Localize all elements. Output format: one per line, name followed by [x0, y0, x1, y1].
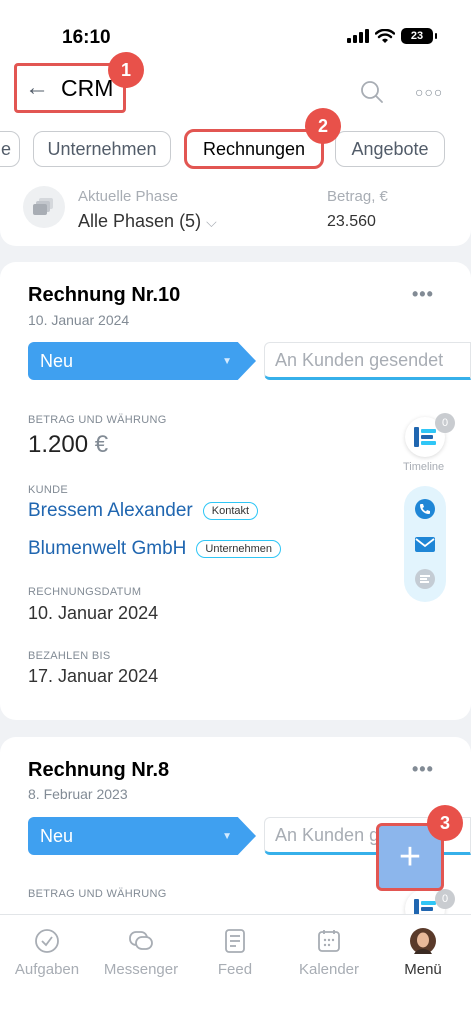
amount-label: Betrag, € [327, 188, 388, 205]
stages-icon [23, 186, 65, 228]
due-date-label: BEZAHLEN BIS [28, 650, 111, 662]
bottom-navigation: Aufgaben Messenger Feed Kalender Menü [0, 914, 471, 1024]
tab-previous[interactable]: e [0, 131, 20, 167]
stage-current[interactable]: Neu ▼ [28, 342, 256, 380]
customer-company-row[interactable]: Blumenwelt GmbH Unternehmen [28, 538, 282, 560]
header: ← CRM 1 ○○○ [0, 52, 471, 128]
nav-label: Feed [217, 961, 253, 978]
invoice-date-label: RECHNUNGSDATUM [28, 586, 142, 598]
stage-next[interactable]: An Kunden gesendet [264, 342, 471, 380]
status-bar: 16:10 23 [0, 0, 471, 56]
calendar-icon [318, 930, 340, 952]
chevron-down-icon: ⌵ [206, 214, 217, 230]
company-pill: Unternehmen [196, 540, 282, 558]
timeline-icon [414, 427, 436, 447]
chat-icon[interactable] [415, 569, 435, 589]
nav-label: Messenger [103, 961, 179, 978]
caret-down-icon: ▼ [222, 356, 232, 367]
customer-contact-link[interactable]: Bressem Alexander [28, 500, 193, 522]
signal-icon [347, 29, 369, 43]
phase-summary: Aktuelle Phase Alle Phasen (5) ⌵ Betrag,… [0, 176, 471, 246]
mail-icon[interactable] [415, 534, 435, 554]
tab-unternehmen[interactable]: Unternehmen [33, 131, 171, 167]
chat-icon [129, 931, 153, 950]
annotation-badge-1: 1 [108, 52, 144, 88]
tab-rechnungen[interactable]: Rechnungen [184, 129, 324, 169]
phase-value: Alle Phasen (5) [78, 211, 202, 231]
stage-current-label: Neu [40, 350, 74, 371]
page-title: CRM [61, 74, 114, 101]
stage-current-label: Neu [40, 825, 74, 846]
phase-selector[interactable]: Alle Phasen (5) ⌵ [78, 211, 217, 232]
phone-icon[interactable] [415, 499, 435, 519]
nav-menu[interactable]: Menü [376, 927, 470, 978]
customer-company-link[interactable]: Blumenwelt GmbH [28, 538, 186, 560]
check-circle-icon [35, 929, 59, 953]
nav-messenger[interactable]: Messenger [94, 927, 188, 978]
invoice-title: Rechnung Nr.10 [28, 284, 181, 306]
arrow-left-icon: ← [25, 74, 49, 101]
due-date-value: 17. Januar 2024 [28, 666, 159, 686]
communication-panel [404, 486, 446, 602]
wifi-icon [375, 28, 395, 43]
nav-label: Kalender [298, 961, 360, 978]
timeline-count-badge: 0 [435, 889, 455, 909]
customer-label: KUNDE [28, 484, 69, 496]
amount-field-value: 1.200 € [28, 431, 108, 459]
phase-label: Aktuelle Phase [78, 188, 179, 205]
more-horizontal-icon[interactable]: ••• [412, 284, 434, 305]
timeline-label: Timeline [403, 461, 445, 473]
tab-bar: e Unternehmen Rechnungen Angebote 2 [0, 108, 471, 176]
currency-symbol: € [94, 431, 109, 458]
nav-feed[interactable]: Feed [188, 927, 282, 978]
amount-value: 23.560 [327, 213, 376, 230]
more-horizontal-icon[interactable]: ••• [412, 759, 434, 780]
invoice-date: 10. Januar 2024 [28, 312, 130, 328]
stage-current[interactable]: Neu ▼ [28, 817, 256, 855]
invoice-title: Rechnung Nr.8 [28, 759, 170, 781]
amount-field-label: BETRAG UND WÄHRUNG [28, 888, 167, 900]
caret-down-icon: ▼ [222, 831, 232, 842]
invoice-date-value: 10. Januar 2024 [28, 603, 159, 623]
contact-pill: Kontakt [202, 502, 259, 520]
battery-icon: 23 [401, 28, 437, 44]
status-icons: 23 [347, 28, 437, 44]
timeline-count-badge: 0 [435, 413, 455, 433]
invoice-card[interactable]: Rechnung Nr.10 10. Januar 2024 ••• Neu ▼… [0, 262, 471, 720]
avatar [410, 928, 436, 954]
nav-label: Menü [404, 961, 442, 978]
annotation-badge-2: 2 [305, 108, 341, 144]
plus-icon: + [398, 835, 422, 878]
nav-aufgaben[interactable]: Aufgaben [0, 927, 94, 978]
annotation-badge-3: 3 [427, 805, 463, 841]
nav-label: Aufgaben [14, 961, 80, 978]
more-horizontal-icon[interactable]: ○○○ [415, 84, 443, 100]
status-time: 16:10 [62, 27, 111, 48]
feed-icon [225, 929, 245, 953]
amount-field-label: BETRAG UND WÄHRUNG [28, 414, 167, 426]
amount-number: 1.200 [28, 431, 89, 458]
customer-contact-row[interactable]: Bressem Alexander Kontakt [28, 500, 259, 522]
invoice-date: 8. Februar 2023 [28, 786, 128, 802]
nav-kalender[interactable]: Kalender [282, 927, 376, 978]
search-icon[interactable] [360, 80, 384, 104]
tab-angebote[interactable]: Angebote [335, 131, 445, 167]
